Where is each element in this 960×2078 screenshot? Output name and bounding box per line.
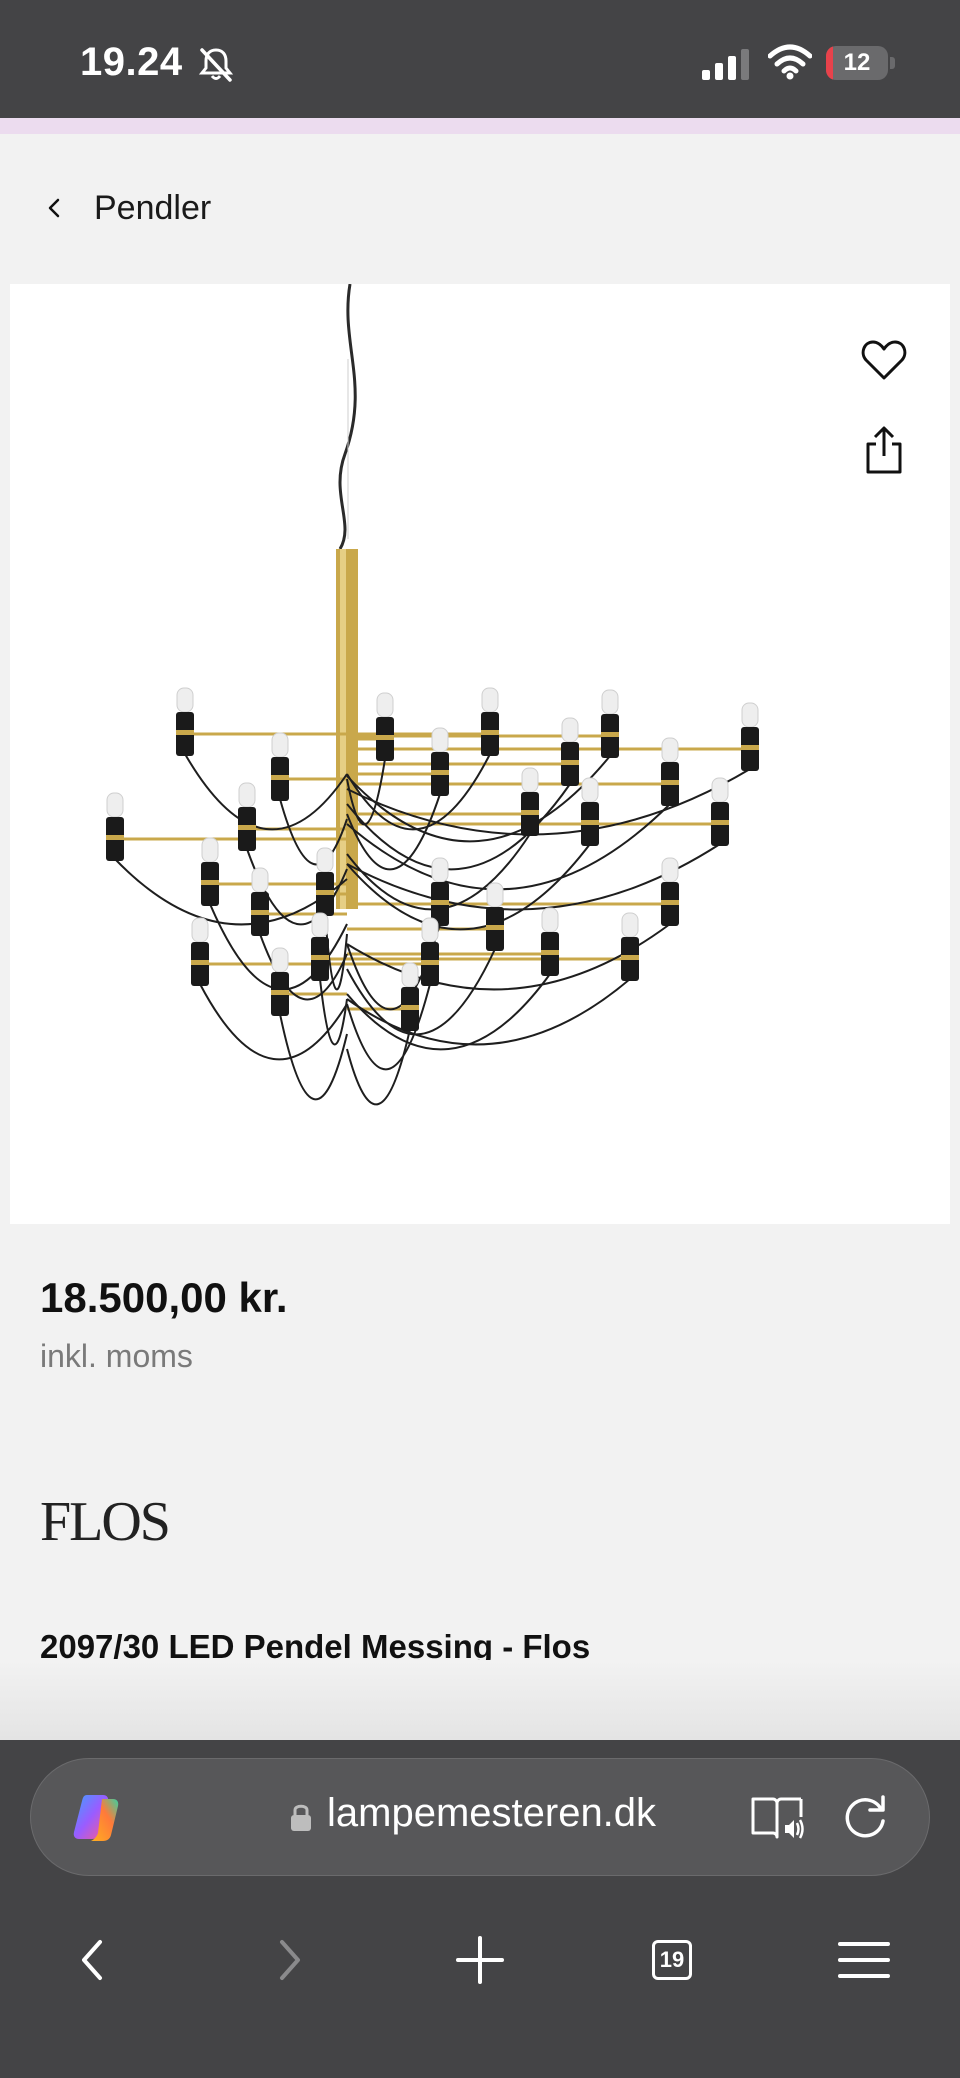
chandelier-bulb (621, 912, 639, 981)
chevron-left-icon (48, 198, 60, 218)
chandelier-bulb (661, 857, 679, 926)
chandelier-bulb (661, 737, 679, 806)
reload-icon[interactable] (839, 1791, 891, 1843)
chandelier-bulb (741, 702, 759, 771)
heart-icon[interactable] (858, 334, 910, 386)
url-text[interactable]: lampemesteren.dk (327, 1791, 656, 1836)
chandelier-bulb (601, 689, 619, 758)
chandelier-bulb (316, 847, 334, 916)
chandelier-bulb (201, 837, 219, 906)
chandelier-bulb (238, 782, 256, 851)
battery-icon: 12 (826, 46, 888, 80)
brand-logo[interactable]: FLOS (40, 1490, 171, 1554)
menu-icon[interactable] (836, 1932, 892, 1988)
chandelier-bulb (376, 692, 394, 761)
reader-mode-icon[interactable] (749, 1793, 805, 1843)
chandelier-bulb (431, 857, 449, 926)
battery-cap (890, 57, 895, 69)
chandelier-bulb (711, 777, 729, 846)
chandelier-bulb (271, 732, 289, 801)
forward-arrow-icon[interactable] (260, 1932, 316, 1988)
status-time: 19.24 (80, 40, 183, 84)
cellular-signal-icon (702, 49, 749, 80)
wifi-icon (768, 44, 812, 80)
bell-muted-icon (198, 48, 234, 82)
browser-nav-row: 19 (0, 1910, 960, 2010)
chandelier-bulb (421, 917, 439, 986)
chandelier-bulb (106, 792, 124, 861)
chandelier-bulb (581, 777, 599, 846)
chandelier-bulb (541, 907, 559, 976)
chandelier-bulb (561, 717, 579, 786)
chandelier-bulb (251, 867, 269, 936)
browser-toolbar: lampemesteren.dk 19 (0, 1740, 960, 2078)
chandelier-image (106, 284, 759, 1106)
back-link[interactable]: Pendler (36, 178, 211, 238)
share-icon[interactable] (860, 424, 908, 478)
product-page: Pendler 18.500,00 kr. inkl. moms FLOS 20… (0, 134, 960, 1740)
tabs-icon[interactable]: 19 (652, 1940, 692, 1980)
vat-note: inkl. moms (40, 1338, 193, 1374)
chandelier-bulb (431, 727, 449, 796)
copilot-icon[interactable] (67, 1789, 125, 1847)
chandelier-bulb (311, 912, 329, 981)
accent-strip (0, 118, 960, 134)
lock-icon (291, 1804, 311, 1831)
address-bar[interactable]: lampemesteren.dk (30, 1758, 930, 1876)
scroll-fade (0, 1660, 960, 1740)
chandelier-wire (184, 753, 348, 831)
chandelier-wire (279, 1013, 348, 1101)
back-link-label: Pendler (94, 188, 212, 227)
chandelier-bulb (271, 947, 289, 1016)
status-bar: 19.24 12 (0, 0, 960, 118)
chandelier-bulb (176, 687, 194, 756)
chandelier-bulb (401, 962, 419, 1031)
chandelier-bulb (486, 882, 504, 951)
product-price: 18.500,00 kr. (40, 1274, 288, 1321)
back-arrow-icon[interactable] (66, 1932, 122, 1988)
product-image[interactable] (10, 284, 950, 1224)
new-tab-icon[interactable] (452, 1932, 508, 1988)
chandelier-bulb (191, 917, 209, 986)
battery-indicator: 12 (826, 46, 896, 80)
chandelier-bulb (521, 767, 539, 836)
chandelier-bulb (481, 687, 499, 756)
battery-level: 12 (843, 49, 871, 76)
